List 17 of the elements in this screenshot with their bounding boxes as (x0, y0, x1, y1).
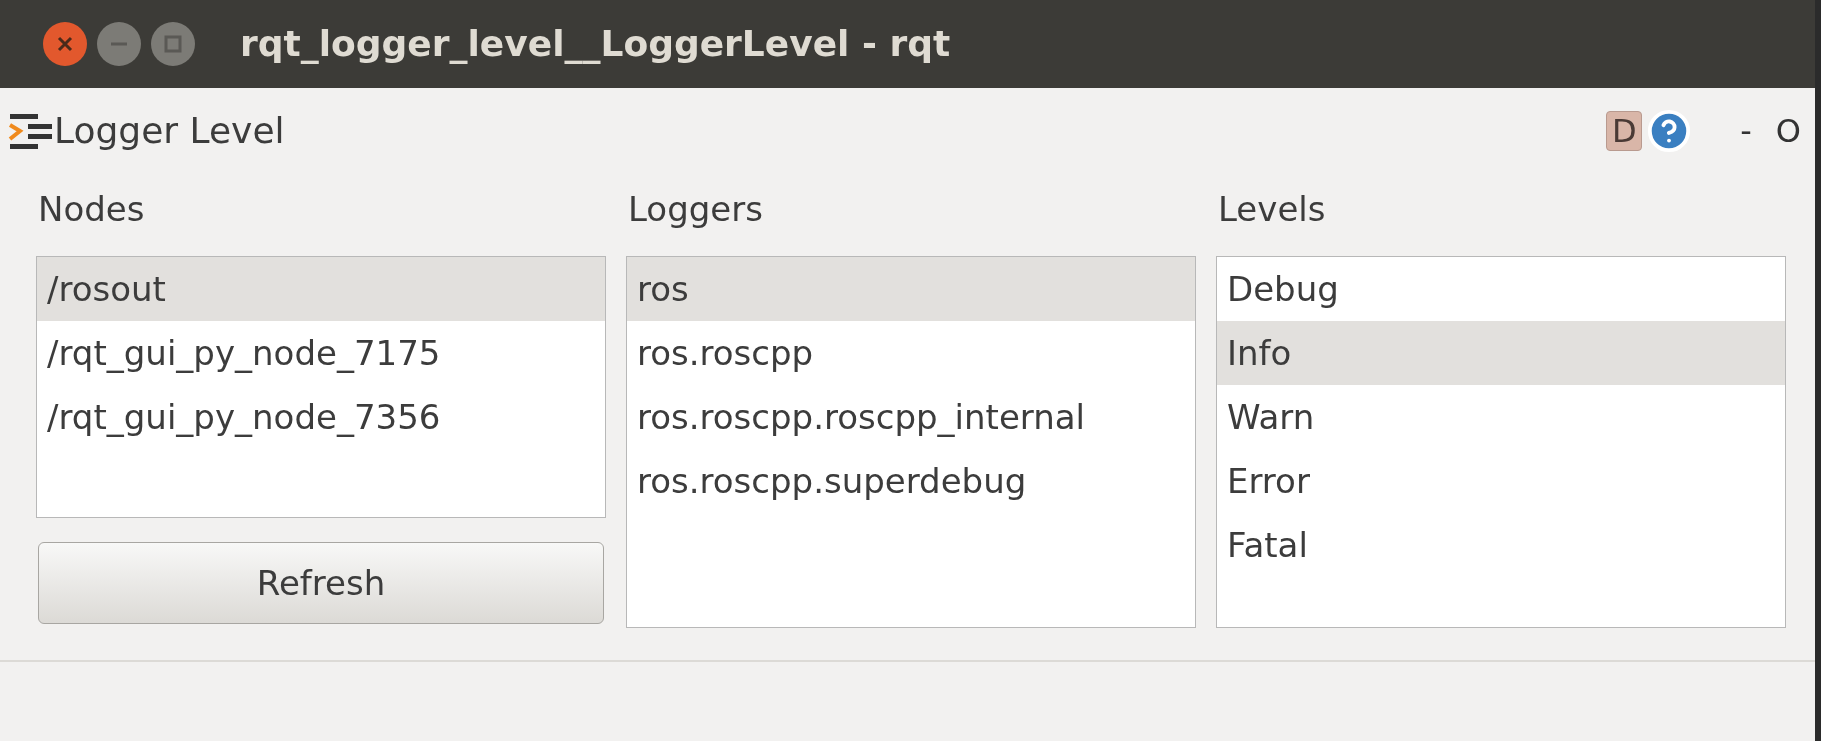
window-title: rqt_logger_level__LoggerLevel - rqt (240, 22, 951, 66)
close-button[interactable]: O (1771, 107, 1805, 155)
logger-icon (8, 111, 54, 151)
minimize-button[interactable]: - (1736, 107, 1756, 155)
column-label: Nodes (37, 187, 146, 231)
list-item[interactable]: ros (627, 257, 1195, 321)
list-item[interactable]: Info (1217, 321, 1785, 385)
column-label: Levels (1217, 187, 1327, 231)
help-icon[interactable] (1646, 108, 1693, 154)
column-label: Loggers (627, 187, 764, 231)
close-icon[interactable] (42, 21, 88, 67)
maximize-icon[interactable] (150, 21, 196, 67)
list-item[interactable]: /rosout (37, 257, 605, 321)
minimize-icon[interactable] (96, 21, 142, 67)
debug-button[interactable]: D (1606, 111, 1643, 151)
plugin-title: Logger Level (54, 109, 285, 153)
refresh-button[interactable]: Refresh (38, 542, 604, 624)
